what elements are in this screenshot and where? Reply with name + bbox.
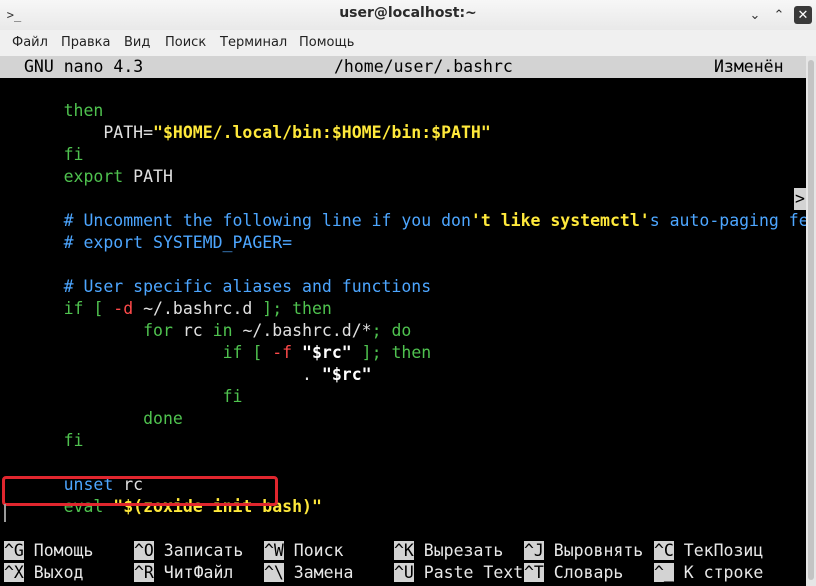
chevron-up-icon: ⌃	[773, 7, 785, 23]
menu-help[interactable]: Помощь	[299, 35, 354, 50]
code-line: fi	[63, 431, 84, 450]
nano-header: GNU nano 4.3 /home/user/.bashrc Изменён	[0, 56, 806, 78]
menu-terminal[interactable]: Терминал	[220, 35, 287, 50]
minimize-button[interactable]: ⌄	[746, 6, 764, 24]
code-line: # User specific aliases and functions	[63, 277, 432, 296]
nano-status: Изменён	[714, 57, 784, 76]
code-line: fi	[63, 145, 84, 164]
code-line: # Uncomment the following line if you do…	[63, 211, 806, 230]
code-line: if [ -d ~/.bashrc.d ]; then	[63, 299, 332, 318]
line-overflow-indicator: >	[794, 188, 806, 210]
code-line: export PATH	[63, 167, 173, 186]
shortcut-spell[interactable]: ^T Словарь	[524, 562, 623, 584]
shortcut-cur-pos[interactable]: ^C ТекПозиц	[654, 540, 763, 562]
menu-view[interactable]: Вид	[124, 35, 150, 50]
code-line: for rc in ~/.bashrc.d/*; do	[143, 321, 412, 340]
text-cursor	[4, 504, 6, 522]
close-button[interactable]: ✕	[794, 6, 812, 24]
window-title: user@localhost:~	[339, 5, 477, 21]
shortcut-write-out[interactable]: ^O Записать	[134, 540, 243, 562]
shortcut-paste[interactable]: ^U Paste Text	[394, 562, 523, 584]
nano-version: GNU nano 4.3	[24, 57, 144, 76]
code-line: unset rc	[63, 475, 144, 494]
menu-search[interactable]: Поиск	[165, 35, 206, 50]
code-line: then	[63, 101, 104, 120]
shortcut-exit[interactable]: ^X Выход	[4, 562, 83, 584]
menu-edit[interactable]: Правка	[61, 35, 110, 50]
code-line: . "$rc"	[302, 365, 372, 384]
shortcut-cut[interactable]: ^K Вырезать	[394, 540, 503, 562]
shortcut-justify[interactable]: ^J Выровнять	[524, 540, 643, 562]
shortcut-go-to-line[interactable]: ^_ К строке	[654, 562, 763, 584]
shortcut-replace[interactable]: ^\ Замена	[264, 562, 353, 584]
code-line: if [ -f "$rc" ]; then	[222, 343, 432, 362]
shortcut-read-file[interactable]: ^R ЧитФайл	[134, 562, 233, 584]
shortcut-where-is[interactable]: ^W Поиск	[264, 540, 343, 562]
menu-file[interactable]: Файл	[12, 35, 48, 50]
terminal-window: >_ user@localhost:~ ⌄ ⌃ ✕ Файл Правка Ви…	[0, 0, 816, 586]
close-icon: ✕	[797, 7, 809, 23]
highlight-annotation-box	[2, 476, 278, 506]
nano-filename: /home/user/.bashrc	[334, 57, 513, 76]
terminal-scrollbar[interactable]	[806, 56, 816, 586]
title-bar[interactable]: >_ user@localhost:~ ⌄ ⌃ ✕	[0, 0, 816, 30]
code-line: done	[143, 409, 183, 428]
nano-shortcut-bar: ^G Помощь ^O Записать ^W Поиск ^K Выреза…	[0, 540, 806, 586]
code-line: fi	[222, 387, 243, 406]
menu-bar: Файл Правка Вид Поиск Терминал Помощь	[0, 30, 816, 57]
chevron-down-icon: ⌄	[749, 7, 761, 23]
scrollbar-thumb[interactable]	[808, 60, 814, 580]
terminal-area[interactable]: GNU nano 4.3 /home/user/.bashrc Изменён …	[0, 56, 806, 586]
code-line: # export SYSTEMD_PAGER=	[63, 233, 293, 252]
code-line: PATH="$HOME/.local/bin:$HOME/bin:$PATH"	[103, 123, 491, 142]
maximize-button[interactable]: ⌃	[770, 6, 788, 24]
shortcut-help[interactable]: ^G Помощь	[4, 540, 93, 562]
